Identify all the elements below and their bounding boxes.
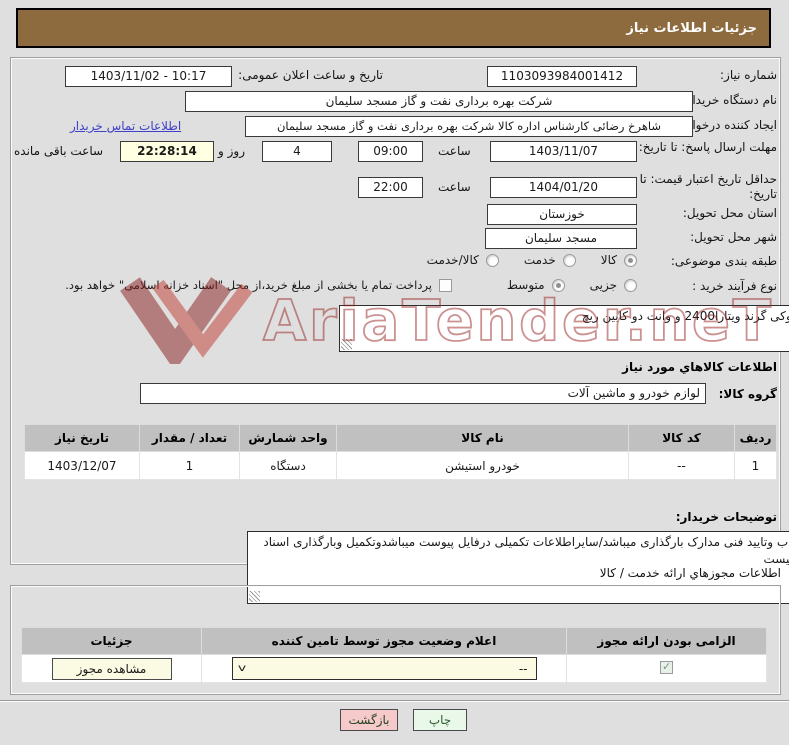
goods-row-index: 1 — [735, 452, 777, 480]
goods-col-code: کد کالا — [629, 425, 735, 452]
delivery-city-value[interactable]: مسجد سلیمان — [485, 228, 637, 249]
classification-options: کالا خدمت کالا/خدمت — [409, 253, 637, 267]
classification-radio-0[interactable] — [624, 254, 637, 267]
need-number-label: شماره نیاز: — [720, 68, 777, 82]
reply-deadline-date[interactable]: 1403/11/07 — [490, 141, 637, 162]
goods-row-name: خودرو استیشن — [337, 452, 629, 480]
classification-label: طبقه بندی موضوعی: — [671, 254, 777, 268]
buyer-contact-link[interactable]: اطلاعات تماس خریدار — [70, 119, 181, 133]
footer-divider — [0, 700, 789, 702]
treasury-payment-checkbox[interactable] — [439, 279, 452, 292]
permit-status-cell: -- v — [202, 655, 567, 683]
back-button[interactable]: بازگشت — [340, 709, 398, 731]
resize-grip-icon[interactable] — [341, 339, 352, 350]
goods-group-label: گروه کالا: — [719, 387, 777, 401]
price-validity-time[interactable]: 22:00 — [358, 177, 423, 198]
remaining-days-label: روز و — [218, 144, 245, 158]
creator-value[interactable]: شاهرخ رضائی کارشناس اداره کالا شرکت بهره… — [245, 116, 693, 137]
countdown-timer: 22:28:14 — [120, 141, 214, 162]
delivery-city-label: شهر محل تحویل: — [690, 230, 777, 244]
print-button[interactable]: چاپ — [413, 709, 467, 731]
goods-col-row: ردیف — [735, 425, 777, 452]
reply-deadline-label: مهلت ارسال پاسخ: تا تاریخ: — [637, 140, 777, 155]
goods-col-name: نام کالا — [337, 425, 629, 452]
goods-table-header-row: ردیف کد کالا نام کالا واحد شمارش تعداد /… — [25, 425, 777, 452]
process-type-options: جزیی متوسط — [489, 278, 637, 292]
price-validity-date[interactable]: 1404/01/20 — [490, 177, 637, 198]
permits-col-details: جزئیات — [22, 628, 202, 655]
permit-status-select[interactable]: -- v — [232, 657, 537, 680]
chevron-down-icon: v — [237, 663, 245, 674]
permit-details-cell: مشاهده مجوز — [22, 655, 202, 683]
treasury-payment-label: پرداخت تمام یا بخشی از مبلغ خرید،از محل … — [65, 278, 432, 292]
price-validity-hour-label: ساعت — [438, 180, 471, 194]
view-permit-button[interactable]: مشاهده مجوز — [52, 658, 172, 680]
goods-table: ردیف کد کالا نام کالا واحد شمارش تعداد /… — [25, 424, 777, 480]
permit-status-value: -- — [519, 662, 528, 676]
delivery-province-value[interactable]: خوزستان — [487, 204, 637, 225]
need-description-text: قطعات یدکی سوزوکی گرند ویتارا2400 و وانت… — [582, 309, 789, 323]
buyer-notes-text: ملاک انتخاب وتایید فنی مدارک بارگذاری می… — [263, 535, 789, 566]
need-description-textarea[interactable]: قطعات یدکی سوزوکی گرند ویتارا2400 و وانت… — [339, 305, 789, 352]
goods-group-value[interactable]: لوازم خودرو و ماشین آلات — [140, 383, 706, 404]
goods-row-need-date: 1403/12/07 — [25, 452, 140, 480]
permits-table-row: -- v مشاهده مجوز — [22, 655, 767, 683]
process-type-radio-1[interactable] — [552, 279, 565, 292]
announce-datetime-value[interactable]: 1403/11/02 - 10:17 — [65, 66, 232, 87]
permit-required-cell — [567, 655, 767, 683]
classification-option-2-label: کالا/خدمت — [427, 253, 479, 267]
goods-section-title: اطلاعات کالاهاي مورد نياز — [622, 360, 777, 374]
delivery-province-label: استان محل تحویل: — [683, 206, 777, 220]
announce-datetime-label: تاریخ و ساعت اعلان عمومی: — [238, 68, 383, 82]
goods-row-unit: دستگاه — [240, 452, 337, 480]
page-title: جزئیات اطلاعات نیاز — [626, 21, 757, 36]
goods-col-unit: واحد شمارش — [240, 425, 337, 452]
classification-option-1-label: خدمت — [524, 253, 556, 267]
classification-radio-2[interactable] — [486, 254, 499, 267]
classification-option-0-label: کالا — [601, 253, 617, 267]
reply-deadline-hour-label: ساعت — [438, 144, 471, 158]
remaining-days-value: 4 — [262, 141, 332, 162]
permits-col-status: اعلام وضعیت مجوز توسط تامین کننده — [202, 628, 567, 655]
price-validity-label: حداقل تاریخ اعتبار قیمت: تا تاریخ: — [622, 172, 777, 202]
permits-table-header-row: الزامی بودن ارائه مجوز اعلام وضعیت مجوز … — [22, 628, 767, 655]
process-type-option-1-label: متوسط — [507, 278, 545, 292]
buyer-notes-label: توضیحات خریدار: — [676, 510, 777, 524]
tender-detail-page: { "header": { "title": "جزئیات اطلاعات ن… — [0, 0, 789, 745]
reply-deadline-time[interactable]: 09:00 — [358, 141, 423, 162]
permits-table: الزامی بودن ارائه مجوز اعلام وضعیت مجوز … — [22, 627, 767, 683]
goods-col-need-date: تاریخ نیاز — [25, 425, 140, 452]
permits-col-required: الزامی بودن ارائه مجوز — [567, 628, 767, 655]
countdown-label: ساعت باقی مانده — [14, 144, 103, 158]
buyer-org-label: نام دستگاه خریدار: — [683, 93, 778, 107]
classification-radio-1[interactable] — [563, 254, 576, 267]
goods-row-code: -- — [629, 452, 735, 480]
need-number-value[interactable]: 1103093984001412 — [487, 66, 637, 87]
treasury-payment-row: پرداخت تمام یا بخشی از مبلغ خرید،از محل … — [52, 278, 452, 292]
goods-row-qty: 1 — [140, 452, 240, 480]
permit-required-checkbox[interactable] — [660, 661, 673, 674]
page-title-bar: جزئیات اطلاعات نیاز — [16, 8, 771, 48]
goods-table-row: 1 -- خودرو استیشن دستگاه 1 1403/12/07 — [25, 452, 777, 480]
buyer-org-value[interactable]: شرکت بهره برداری نفت و گاز مسجد سلیمان — [185, 91, 693, 112]
process-type-radio-0[interactable] — [624, 279, 637, 292]
goods-col-qty: تعداد / مقدار — [140, 425, 240, 452]
permits-section-title: اطلاعات مجوزهاي ارائه خدمت / کالا — [600, 566, 781, 580]
process-type-option-0-label: جزیی — [590, 278, 617, 292]
process-type-label: نوع فرآیند خرید : — [692, 279, 777, 293]
